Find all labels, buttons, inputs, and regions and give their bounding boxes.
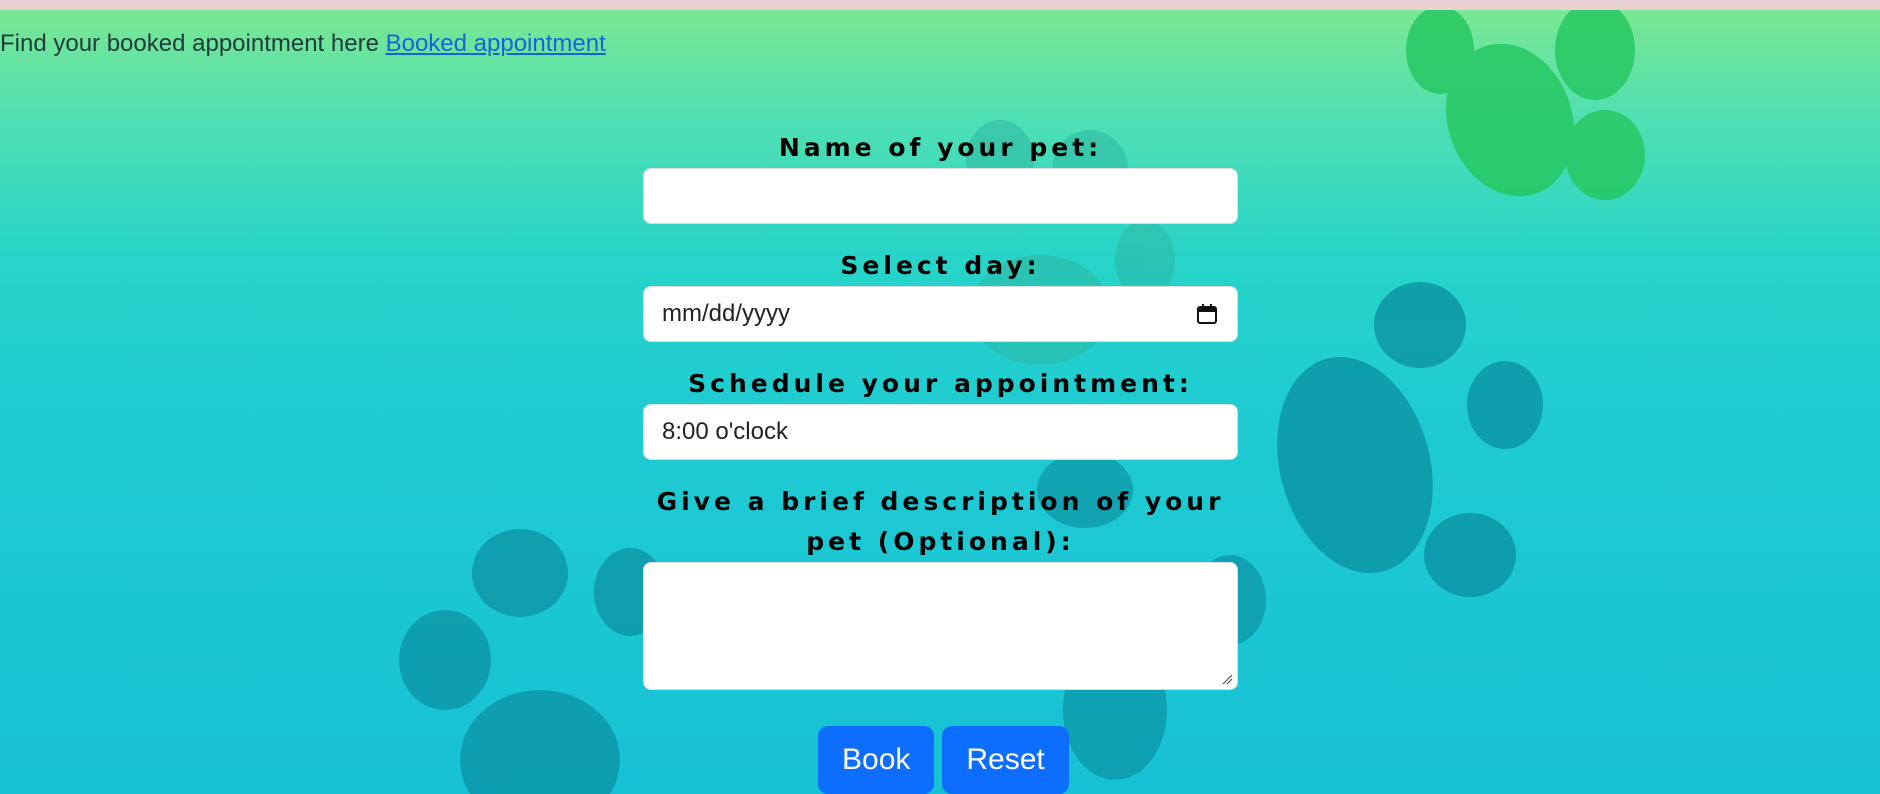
appointment-form: Name of your pet: Select day: mm/dd/yyyy… <box>643 128 1238 712</box>
calendar-icon[interactable] <box>1195 302 1219 326</box>
schedule-select[interactable]: 8:00 o'clock <box>643 404 1238 460</box>
select-day-label: Select day: <box>840 251 1041 280</box>
description-label: Give a brief description of your pet (Op… <box>656 487 1225 556</box>
pet-name-input[interactable] <box>643 168 1238 224</box>
description-textarea[interactable] <box>643 562 1238 690</box>
pet-name-label: Name of your pet: <box>778 133 1103 162</box>
intro-text: Find your booked appointment here <box>0 30 386 57</box>
date-placeholder: mm/dd/yyyy <box>662 300 791 327</box>
schedule-value: 8:00 o'clock <box>662 418 788 445</box>
paw-print-icon <box>399 529 666 794</box>
paw-print-icon <box>1277 282 1543 597</box>
book-button[interactable]: Book <box>818 726 935 794</box>
resize-grip-icon[interactable] <box>1221 673 1233 685</box>
reset-button[interactable]: Reset <box>942 726 1069 794</box>
date-input[interactable]: mm/dd/yyyy <box>643 286 1238 342</box>
schedule-label: Schedule your appointment: <box>688 369 1193 398</box>
booked-appointment-link[interactable]: Booked appointment <box>386 30 606 57</box>
form-buttons: Book Reset <box>818 726 1069 794</box>
browser-top-strip <box>0 0 1880 10</box>
booked-appointment-intro: Find your booked appointment here Booked… <box>0 30 606 58</box>
paw-print-icon <box>1406 10 1645 200</box>
